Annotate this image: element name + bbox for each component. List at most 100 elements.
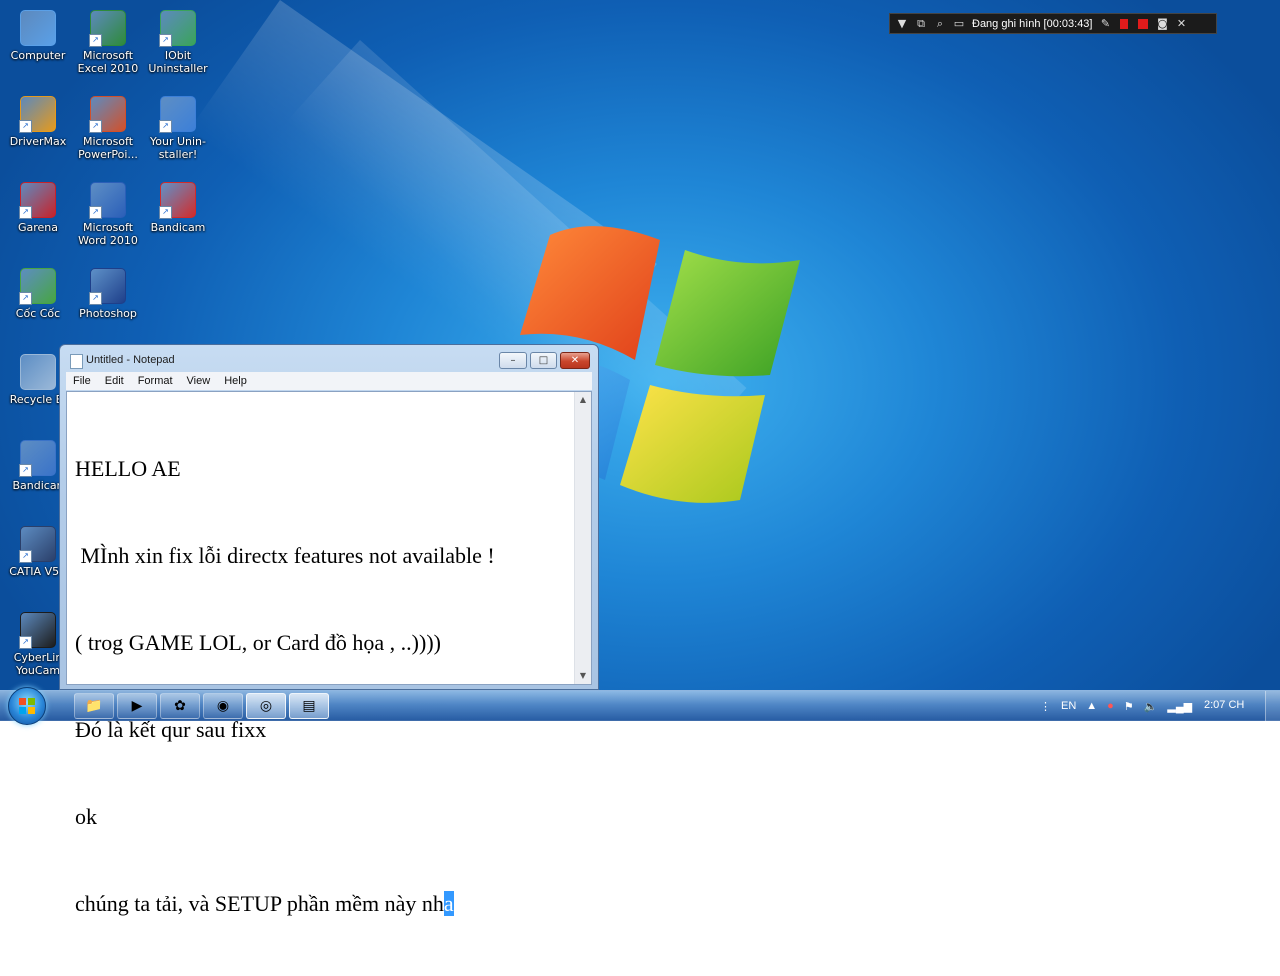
shortcut-arrow-icon: ↗ (89, 34, 102, 47)
shortcut-arrow-icon: ↗ (19, 206, 32, 219)
menu-format[interactable]: Format (131, 375, 180, 387)
desktop-shortcut[interactable]: ↗ Your Unin-staller! (140, 96, 216, 161)
menu-view[interactable]: View (180, 375, 218, 387)
shortcut-label: Microsoft PowerPoi... (78, 135, 138, 161)
region-icon[interactable]: ▭ (953, 17, 965, 30)
text-line-last: chúng ta tải, và SETUP phần mềm này nha (75, 889, 495, 918)
menu-edit[interactable]: Edit (98, 375, 131, 387)
shortcut-arrow-icon: ↗ (159, 206, 172, 219)
window-icon[interactable]: ⧉ (915, 17, 927, 30)
maximize-button[interactable]: □ (530, 352, 557, 369)
shortcut-arrow-icon: ↗ (89, 292, 102, 305)
recording-status: Đang ghi hình [00:03:43] (972, 17, 1093, 30)
desktop-shortcut[interactable]: ↗ Garena (0, 182, 76, 234)
coccoc-taskbar-icon: ◉ (216, 698, 230, 714)
taskbar-button[interactable]: ✿ (160, 693, 200, 719)
notepad-window: Untitled - Notepad – □ ✕ File Edit Forma… (59, 344, 599, 916)
taskbar-button[interactable]: ◉ (203, 693, 243, 719)
shortcut-arrow-icon: ↗ (89, 120, 102, 133)
desktop-shortcut[interactable]: ↗ Bandicam (140, 182, 216, 234)
notepad-icon (70, 354, 83, 369)
tray-grip-icon: ⋮ (1040, 700, 1051, 713)
vertical-scrollbar[interactable]: ▲ ▼ (574, 392, 591, 684)
minimize-button[interactable]: – (499, 352, 527, 369)
editor-content[interactable]: HELLO AE MÌnh xin fix lỗi directx featur… (75, 396, 495, 976)
desktop-shortcut[interactable]: ↗ Microsoft PowerPoi... (70, 96, 146, 161)
menu-file[interactable]: File (66, 375, 98, 387)
taskbar-button[interactable]: 📁 (74, 693, 114, 719)
stop-icon[interactable] (1137, 18, 1149, 30)
shortcut-arrow-icon: ↗ (19, 550, 32, 563)
coccoc-icon: ↗ (19, 268, 56, 305)
window-title: Untitled - Notepad (86, 354, 175, 366)
close-icon[interactable]: ✕ (1175, 17, 1187, 30)
shortcut-label: Garena (17, 221, 59, 234)
shortcut-arrow-icon: ↗ (19, 120, 32, 133)
show-desktop-button[interactable] (1265, 691, 1280, 721)
catia-icon: ↗ (19, 526, 56, 563)
text-line: HELLO AE (75, 456, 181, 481)
iobit-uninstaller-icon: ↗ (159, 10, 196, 47)
desktop-shortcut[interactable]: ↗ DriverMax (0, 96, 76, 148)
shortcut-label: DriverMax (9, 135, 67, 148)
drivermax-icon: ↗ (19, 96, 56, 133)
close-button[interactable]: ✕ (560, 352, 590, 369)
shortcut-label: Microsoft Excel 2010 (77, 49, 139, 75)
desktop-shortcut[interactable]: ↗ Microsoft Excel 2010 (70, 10, 146, 75)
taskbar-button[interactable]: ◎ (246, 693, 286, 719)
desktop-shortcut[interactable]: Computer (0, 10, 76, 62)
clock[interactable]: 2:07 CH (1204, 699, 1244, 711)
shortcut-label: Photoshop (79, 307, 137, 320)
text-line: ( trog GAME LOL, or Card đồ họa , ..)))) (75, 630, 441, 655)
taskbar: 📁 ▶ ✿ ◉ ◎ ▤ ⋮ EN ▲ ● ⚑ 🔈 ▂▄▆ 2:07 CH (0, 687, 1280, 725)
menu-bar: File Edit Format View Help (66, 372, 592, 390)
computer-icon (20, 10, 56, 46)
recycle-bin-icon (20, 354, 56, 390)
show-hidden-icons-icon[interactable]: ▲ (1086, 700, 1097, 712)
text-editor[interactable]: HELLO AE MÌnh xin fix lỗi directx featur… (66, 391, 592, 916)
shortcut-label: IObit Uninstaller (148, 49, 208, 75)
excel-icon: ↗ (89, 10, 126, 47)
desktop-shortcut[interactable]: ↗ Photoshop (70, 268, 146, 320)
scroll-down-arrow-icon[interactable]: ▼ (575, 668, 591, 684)
text-line: ok (75, 804, 97, 829)
action-center-flag-icon[interactable]: ⚑ (1124, 700, 1134, 713)
your-uninstaller-icon: ↗ (159, 96, 196, 133)
chrome-icon: ◎ (259, 698, 273, 714)
volume-icon[interactable]: 🔈 (1144, 700, 1158, 713)
explorer-icon: 📁 (85, 698, 103, 714)
dropdown-icon[interactable]: ▼ (896, 17, 908, 30)
text-line: MÌnh xin fix lỗi directx features not av… (75, 543, 495, 568)
shortcut-label: Bandicam (150, 221, 206, 234)
menu-help[interactable]: Help (217, 375, 254, 387)
zoom-icon[interactable]: ⌕ (934, 17, 946, 30)
shortcut-arrow-icon: ↗ (159, 120, 172, 133)
shortcut-arrow-icon: ↗ (89, 206, 102, 219)
recording-toolbar: ▼ ⧉ ⌕ ▭ Đang ghi hình [00:03:43] ✎ ◙ ✕ (889, 13, 1217, 34)
notepad-taskbar-icon: ▤ (302, 698, 316, 714)
system-tray: ⋮ EN ▲ ● ⚑ 🔈 ▂▄▆ (1040, 691, 1192, 721)
shortcut-label: Your Unin-staller! (150, 135, 206, 161)
shortcut-label: Computer (10, 49, 66, 62)
desktop-shortcut[interactable]: ↗ Microsoft Word 2010 (70, 182, 146, 247)
pencil-icon[interactable]: ✎ (1099, 17, 1111, 30)
shortcut-arrow-icon: ↗ (19, 292, 32, 305)
taskbar-button[interactable]: ▤ (289, 693, 329, 719)
start-button[interactable] (8, 687, 46, 725)
text-line-part: chúng ta tải, và SETUP phần mềm này nh (75, 891, 444, 916)
pause-icon[interactable] (1118, 18, 1130, 30)
shortcut-arrow-icon: ↗ (19, 464, 32, 477)
desktop-shortcut[interactable]: ↗ Cốc Cốc (0, 268, 76, 320)
windows-flag-icon (19, 698, 35, 714)
garena-icon: ↗ (19, 182, 56, 219)
scroll-up-arrow-icon[interactable]: ▲ (575, 392, 591, 408)
bandicam-tray-icon[interactable]: ● (1107, 700, 1114, 712)
youcam-icon: ↗ (19, 612, 56, 649)
desktop-shortcut[interactable]: ↗ IObit Uninstaller (140, 10, 216, 75)
shortcut-label: Microsoft Word 2010 (78, 221, 138, 247)
network-app-icon: ✿ (174, 698, 186, 714)
language-indicator[interactable]: EN (1061, 700, 1076, 712)
camera-icon[interactable]: ◙ (1156, 17, 1168, 30)
network-icon[interactable]: ▂▄▆ (1167, 700, 1192, 713)
taskbar-button[interactable]: ▶ (117, 693, 157, 719)
